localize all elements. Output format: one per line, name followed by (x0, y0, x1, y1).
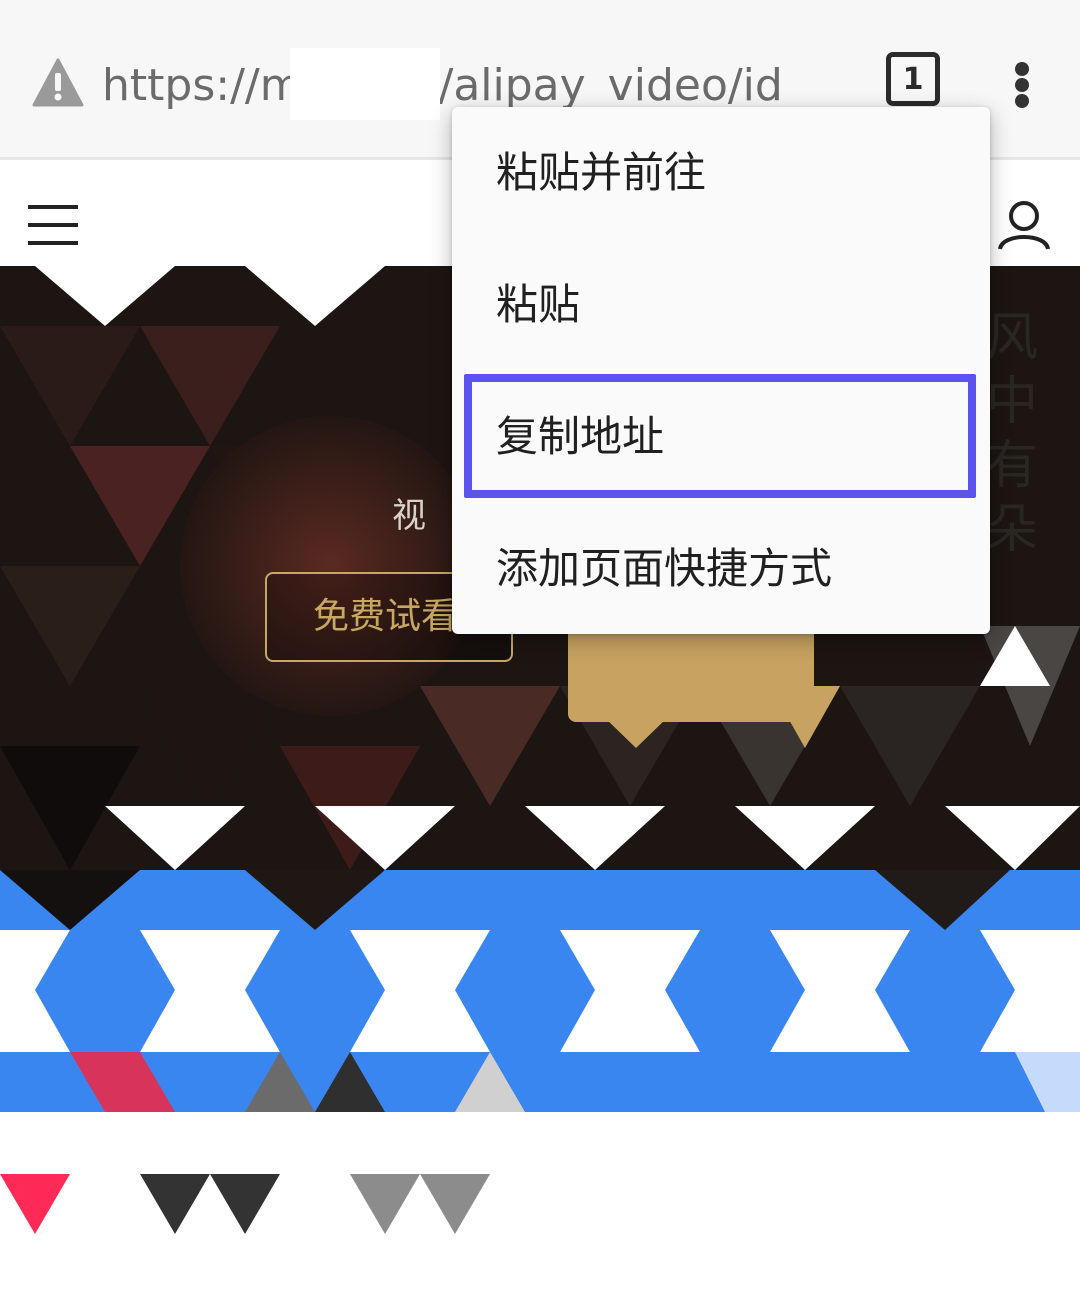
tab-switcher-button[interactable]: 1 (886, 52, 940, 106)
hero-spotlight (180, 416, 480, 716)
hexagon-pattern (0, 870, 1080, 1112)
user-icon[interactable] (996, 199, 1052, 251)
warning-triangle-icon[interactable] (32, 58, 84, 108)
poster-title: 风中有朵 (986, 308, 1039, 560)
more-vert-icon[interactable] (1002, 60, 1042, 110)
menu-item-paste-and-go[interactable]: 粘贴并前往 (452, 107, 990, 239)
category-band (0, 870, 1080, 1112)
subscribe-button[interactable] (568, 626, 814, 722)
hamburger-icon[interactable] (28, 201, 80, 249)
url-redaction (290, 48, 440, 120)
menu-item-copy-address[interactable]: 复制地址 (452, 371, 990, 503)
hero-promo-text: 视 (392, 496, 426, 536)
rating-row (0, 1112, 1080, 1295)
rating-marks (0, 1174, 490, 1234)
menu-item-paste[interactable]: 粘贴 (452, 239, 990, 371)
context-menu: 粘贴并前往 粘贴 复制地址 添加页面快捷方式 (452, 107, 990, 634)
menu-item-add-shortcut[interactable]: 添加页面快捷方式 (452, 503, 990, 635)
